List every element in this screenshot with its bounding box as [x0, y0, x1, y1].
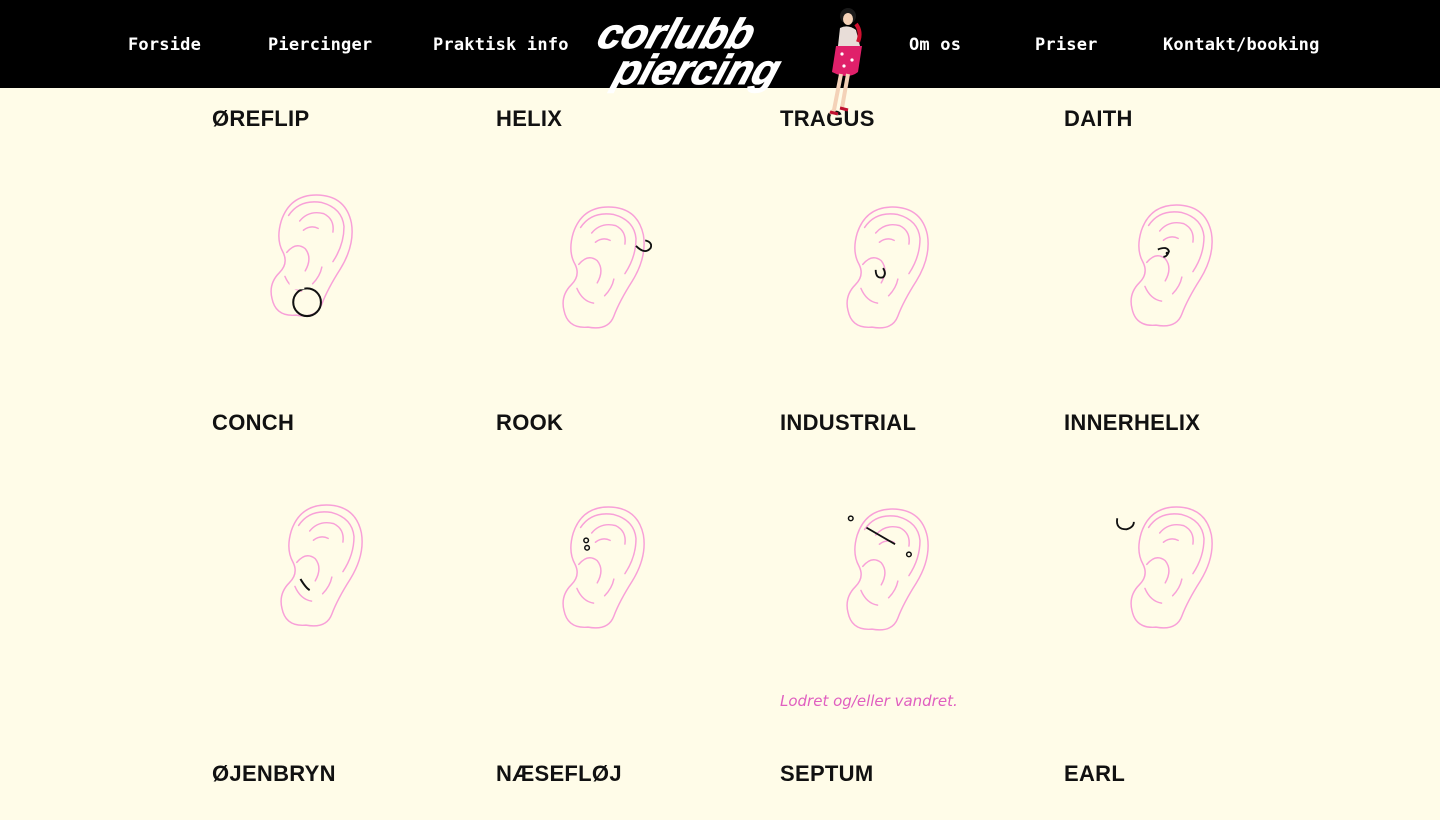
ear-icon [280, 504, 363, 627]
jewelry-icon [299, 578, 311, 591]
piercing-title: ØJENBRYN [212, 761, 336, 786]
piercing-card: ROOK [496, 410, 766, 629]
piercing-card: INDUSTRIAL Lodret og/eller vandret. [780, 410, 1050, 710]
piercing-card: EARL [1064, 761, 1334, 787]
piercing-title: ØREFLIP [212, 106, 310, 131]
piercing-card: DAITH [1064, 106, 1334, 327]
jewelry-icon [847, 515, 912, 558]
logo[interactable]: corlubb piercing [586, 2, 870, 122]
nav-link-kontakt-booking[interactable]: Kontakt/booking [1163, 34, 1320, 56]
piercing-card: SEPTUM [780, 761, 1050, 787]
piercing-grid: ØREFLIP HELIX TRAGUS DAITH CONCH ROOK INDUSTRI… [0, 0, 1440, 820]
piercing-card: CONCH [212, 410, 482, 627]
piercing-title: EARL [1064, 761, 1126, 786]
piercing-title: INDUSTRIAL [780, 410, 917, 435]
piercing-title: INNERHELIX [1064, 410, 1201, 435]
ear-icon [846, 508, 929, 631]
piercing-title: DAITH [1064, 106, 1133, 131]
piercing-note: Lodret og/eller vandret. [780, 692, 958, 710]
piercing-card: NÆSEFLØJ [496, 761, 766, 787]
ear-illustration [846, 508, 929, 631]
piercing-title: SEPTUM [780, 761, 874, 786]
jewelry-icon [874, 267, 886, 279]
nav-link-priser[interactable]: Priser [1035, 34, 1098, 56]
piercing-card: ØJENBRYN [212, 761, 482, 787]
ear-icon [270, 194, 353, 317]
logo-text-line-2: piercing [607, 47, 786, 94]
piercing-title: ROOK [496, 410, 564, 435]
jewelry-icon [1116, 518, 1135, 531]
ear-icon [562, 206, 645, 329]
ear-icon [1130, 506, 1213, 629]
ear-illustration [280, 504, 363, 627]
ear-icon [562, 506, 645, 629]
nav-link-praktisk-info[interactable]: Praktisk info [433, 34, 569, 56]
nav-link-piercinger[interactable]: Piercinger [268, 34, 372, 56]
ear-illustration [562, 506, 645, 629]
nav-link-om-os[interactable]: Om os [909, 34, 961, 56]
jewelry-icon [583, 537, 591, 551]
ear-icon [846, 206, 929, 329]
ear-icon [1130, 204, 1213, 327]
ear-illustration [270, 194, 353, 318]
jewelry-icon [289, 280, 322, 318]
nav-link-forside[interactable]: Forside [128, 34, 201, 56]
piercing-card: ØREFLIP [212, 106, 482, 318]
piercing-title: CONCH [212, 410, 295, 435]
piercing-card: INNERHELIX [1064, 410, 1334, 629]
pinup-figure-icon [828, 8, 862, 116]
piercing-title: NÆSEFLØJ [496, 761, 622, 786]
ear-illustration [1130, 204, 1213, 327]
ear-illustration [1116, 506, 1213, 629]
ear-illustration [562, 206, 653, 329]
ear-illustration [846, 206, 929, 329]
